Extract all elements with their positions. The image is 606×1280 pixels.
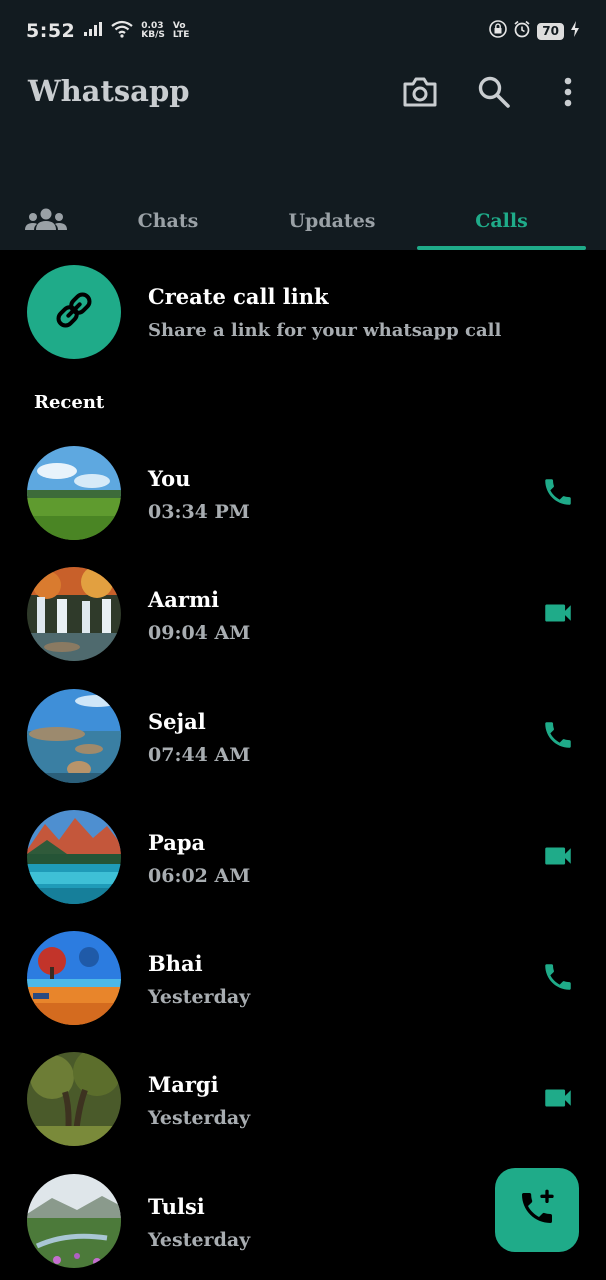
- status-bar: 5:52 0.03 KB/S Vo LTE 70: [0, 0, 606, 62]
- new-call-fab[interactable]: [495, 1168, 579, 1252]
- avatar[interactable]: [27, 931, 121, 1025]
- contact-name: Bhai: [148, 951, 203, 976]
- call-time: 09:04 AM: [148, 622, 251, 644]
- app-title: Whatsapp: [28, 74, 190, 108]
- signal-icon: [83, 21, 103, 41]
- call-row-bhai[interactable]: Bhai Yesterday: [0, 931, 606, 1052]
- avatar[interactable]: [27, 446, 121, 540]
- tab-calls[interactable]: Calls: [417, 192, 586, 250]
- tab-bar: Chats Updates Calls: [0, 192, 606, 250]
- create-link-title: Create call link: [148, 284, 329, 309]
- phone-icon: [541, 960, 575, 998]
- status-left: 5:52 0.03 KB/S Vo LTE: [26, 20, 189, 42]
- add-call-icon: [517, 1188, 557, 1232]
- voice-call-button[interactable]: [536, 957, 580, 1001]
- status-time: 5:52: [26, 20, 76, 42]
- video-call-button[interactable]: [536, 836, 580, 880]
- avatar[interactable]: [27, 1052, 121, 1146]
- call-row-sejal[interactable]: Sejal 07:44 AM: [0, 689, 606, 810]
- avatar[interactable]: [27, 1174, 121, 1268]
- link-icon: [52, 288, 96, 336]
- create-link-subtitle: Share a link for your whatsapp call: [148, 320, 502, 341]
- phone-icon: [541, 475, 575, 513]
- app-header: Whatsapp Chats Updates Calls: [0, 62, 606, 250]
- alarm-icon: [513, 20, 531, 42]
- avatar[interactable]: [27, 810, 121, 904]
- link-icon-circle: [27, 265, 121, 359]
- search-icon[interactable]: [474, 72, 514, 112]
- call-time: 06:02 AM: [148, 865, 251, 887]
- call-row-papa[interactable]: Papa 06:02 AM: [0, 810, 606, 931]
- lock-icon: [489, 20, 508, 42]
- call-time: 07:44 AM: [148, 744, 251, 766]
- call-time: Yesterday: [148, 986, 251, 1008]
- status-right: 70: [489, 20, 580, 42]
- contact-name: Sejal: [148, 709, 206, 734]
- net-speed: 0.03 KB/S: [141, 22, 165, 40]
- camera-icon[interactable]: [400, 72, 440, 112]
- call-row-aarmi[interactable]: Aarmi 09:04 AM: [0, 567, 606, 688]
- net-speed-unit: KB/S: [141, 30, 165, 40]
- call-row-margi[interactable]: Margi Yesterday: [0, 1052, 606, 1173]
- tab-updates[interactable]: Updates: [262, 192, 402, 250]
- battery-level: 70: [537, 22, 564, 40]
- contact-name: Papa: [148, 830, 206, 855]
- avatar[interactable]: [27, 689, 121, 783]
- call-time: Yesterday: [148, 1229, 251, 1251]
- contact-name: Tulsi: [148, 1194, 205, 1219]
- create-call-link[interactable]: Create call link Share a link for your w…: [0, 250, 606, 370]
- charging-icon: [570, 20, 580, 42]
- call-row-you[interactable]: You 03:34 PM: [0, 446, 606, 567]
- call-time: Yesterday: [148, 1107, 251, 1129]
- recent-heading: Recent: [34, 392, 105, 413]
- videocam-icon: [541, 839, 575, 877]
- videocam-icon: [541, 596, 575, 634]
- voice-call-button[interactable]: [536, 472, 580, 516]
- videocam-icon: [541, 1081, 575, 1119]
- tab-communities[interactable]: [18, 192, 74, 250]
- video-call-button[interactable]: [536, 1078, 580, 1122]
- contact-name: Aarmi: [148, 587, 220, 612]
- wifi-icon: [111, 20, 133, 42]
- voice-call-button[interactable]: [536, 715, 580, 759]
- avatar[interactable]: [27, 567, 121, 661]
- volte-indicator: Vo LTE: [173, 22, 190, 40]
- more-vert-icon[interactable]: [548, 72, 588, 112]
- volte-bottom: LTE: [172, 30, 190, 40]
- video-call-button[interactable]: [536, 593, 580, 637]
- contact-name: Margi: [148, 1072, 219, 1097]
- contact-name: You: [148, 466, 191, 491]
- phone-icon: [541, 718, 575, 756]
- tab-chats[interactable]: Chats: [100, 192, 236, 250]
- communities-icon: [24, 206, 68, 237]
- call-time: 03:34 PM: [148, 501, 250, 523]
